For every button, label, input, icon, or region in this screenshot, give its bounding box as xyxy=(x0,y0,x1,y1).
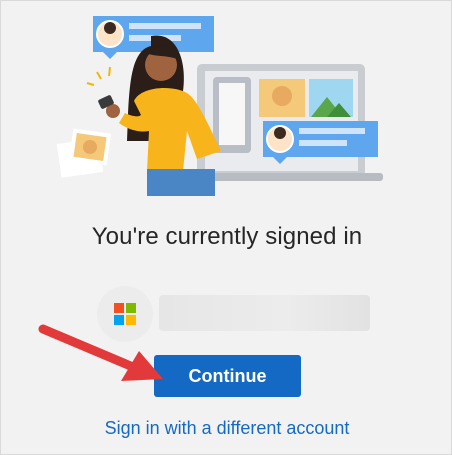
sign-in-card: You're currently signed in Continue Sign… xyxy=(0,0,452,455)
sparkle-icon xyxy=(86,66,111,86)
continue-button[interactable]: Continue xyxy=(154,355,301,397)
page-title: You're currently signed in xyxy=(91,223,363,250)
sign-in-illustration xyxy=(56,16,383,196)
photo-cards xyxy=(56,128,112,178)
account-name-redacted xyxy=(159,295,370,331)
woman-illustration xyxy=(98,35,221,196)
sign-in-different-account-link[interactable]: Sign in with a different account xyxy=(1,418,452,439)
red-arrow-icon xyxy=(38,324,163,381)
